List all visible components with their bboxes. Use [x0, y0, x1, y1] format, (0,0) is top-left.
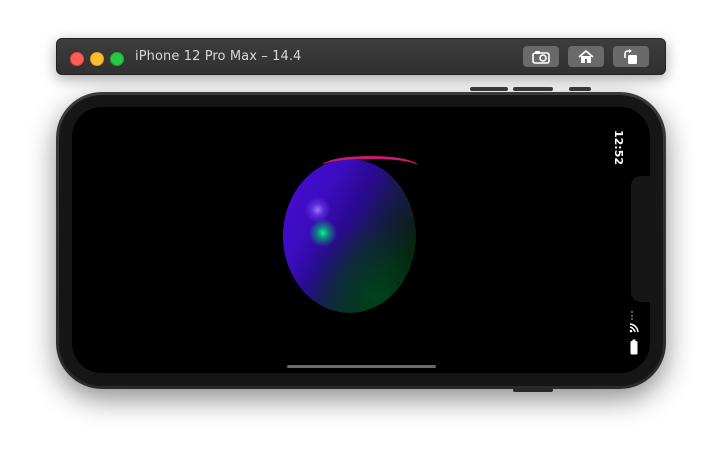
- status-time: 12:52: [612, 130, 625, 166]
- simulator-titlebar[interactable]: iPhone 12 Pro Max – 14.4: [56, 38, 666, 75]
- wifi-icon: [629, 323, 639, 333]
- close-window-button[interactable]: [70, 52, 84, 66]
- maximize-window-button[interactable]: [110, 52, 124, 66]
- home-icon: [578, 49, 594, 63]
- rendered-sphere: [283, 159, 416, 313]
- screenshot-button[interactable]: [523, 46, 559, 67]
- device-notch: [631, 176, 655, 302]
- rotate-button[interactable]: [613, 46, 649, 67]
- camera-icon: [532, 50, 550, 64]
- home-button[interactable]: [568, 46, 604, 67]
- sphere-rim-highlight: [322, 156, 418, 176]
- device-screen[interactable]: [72, 107, 650, 373]
- mute-switch[interactable]: [569, 87, 591, 91]
- home-indicator[interactable]: [287, 365, 436, 368]
- simulator-page: iPhone 12 Pro Max – 14.4 12:52: [0, 0, 722, 469]
- volume-down-button[interactable]: [513, 87, 553, 91]
- volume-up-button[interactable]: [470, 87, 508, 91]
- window-title: iPhone 12 Pro Max – 14.4: [135, 49, 302, 64]
- battery-icon: [630, 339, 638, 355]
- signal-dots-icon: [631, 311, 634, 320]
- rotate-icon: [624, 48, 637, 64]
- minimize-window-button[interactable]: [90, 52, 104, 66]
